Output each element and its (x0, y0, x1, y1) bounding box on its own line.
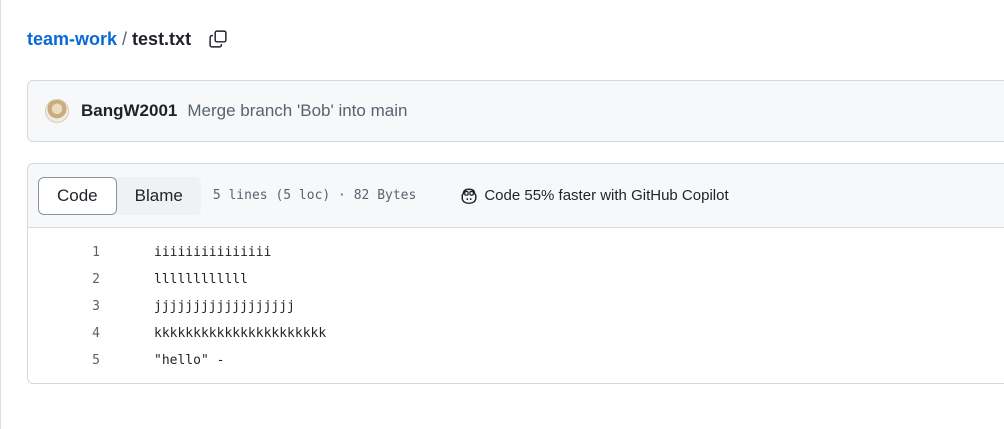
copilot-promo-label: Code 55% faster with GitHub Copilot (484, 187, 729, 204)
line-number[interactable]: 5 (28, 353, 106, 368)
line-text: llllllllllll (154, 272, 248, 287)
commit-message-link[interactable]: Merge branch 'Bob' into main (187, 101, 407, 121)
line-number[interactable]: 3 (28, 299, 106, 314)
view-mode-toggle: Code Blame (38, 176, 201, 215)
breadcrumb-separator: / (122, 28, 128, 49)
copy-icon (209, 30, 227, 48)
line-number[interactable]: 2 (28, 272, 106, 287)
tab-blame[interactable]: Blame (117, 177, 201, 215)
copy-path-button[interactable] (205, 26, 231, 52)
latest-commit-bar: BangW2001 Merge branch 'Bob' into main (27, 80, 1004, 142)
line-text: kkkkkkkkkkkkkkkkkkkkkk (154, 326, 327, 341)
breadcrumb-repo-link[interactable]: team-work (27, 29, 117, 50)
line-text: "hello" - (154, 353, 225, 368)
file-size-info: 5 lines (5 loc) · 82 Bytes (212, 188, 417, 203)
code-line: 3 jjjjjjjjjjjjjjjjjj (28, 293, 1004, 320)
line-text: iiiiiiiiiiiiiii (154, 245, 272, 260)
breadcrumb-file-name: test.txt (132, 28, 192, 49)
avatar[interactable] (45, 99, 69, 123)
commit-author-link[interactable]: BangW2001 (81, 101, 177, 121)
code-line: 2 llllllllllll (28, 266, 1004, 293)
file-view: team-work / test.txt BangW2001 Merge bra… (0, 0, 1004, 429)
copilot-icon (461, 188, 477, 204)
breadcrumb: team-work / test.txt (27, 26, 231, 52)
copilot-promo-link[interactable]: Code 55% faster with GitHub Copilot (460, 187, 729, 205)
tab-code[interactable]: Code (38, 176, 117, 215)
code-line: 1 iiiiiiiiiiiiiii (28, 239, 1004, 266)
code-body: 1 iiiiiiiiiiiiiii 2 llllllllllll 3 jjjjj… (28, 228, 1004, 374)
code-line: 5 "hello" - (28, 347, 1004, 374)
line-number[interactable]: 4 (28, 326, 106, 341)
file-header: Code Blame 5 lines (5 loc) · 82 Bytes Co… (28, 164, 1004, 228)
file-content-box: Code Blame 5 lines (5 loc) · 82 Bytes Co… (27, 163, 1004, 384)
line-number[interactable]: 1 (28, 245, 106, 260)
line-text: jjjjjjjjjjjjjjjjjj (154, 299, 295, 314)
code-line: 4 kkkkkkkkkkkkkkkkkkkkkk (28, 320, 1004, 347)
